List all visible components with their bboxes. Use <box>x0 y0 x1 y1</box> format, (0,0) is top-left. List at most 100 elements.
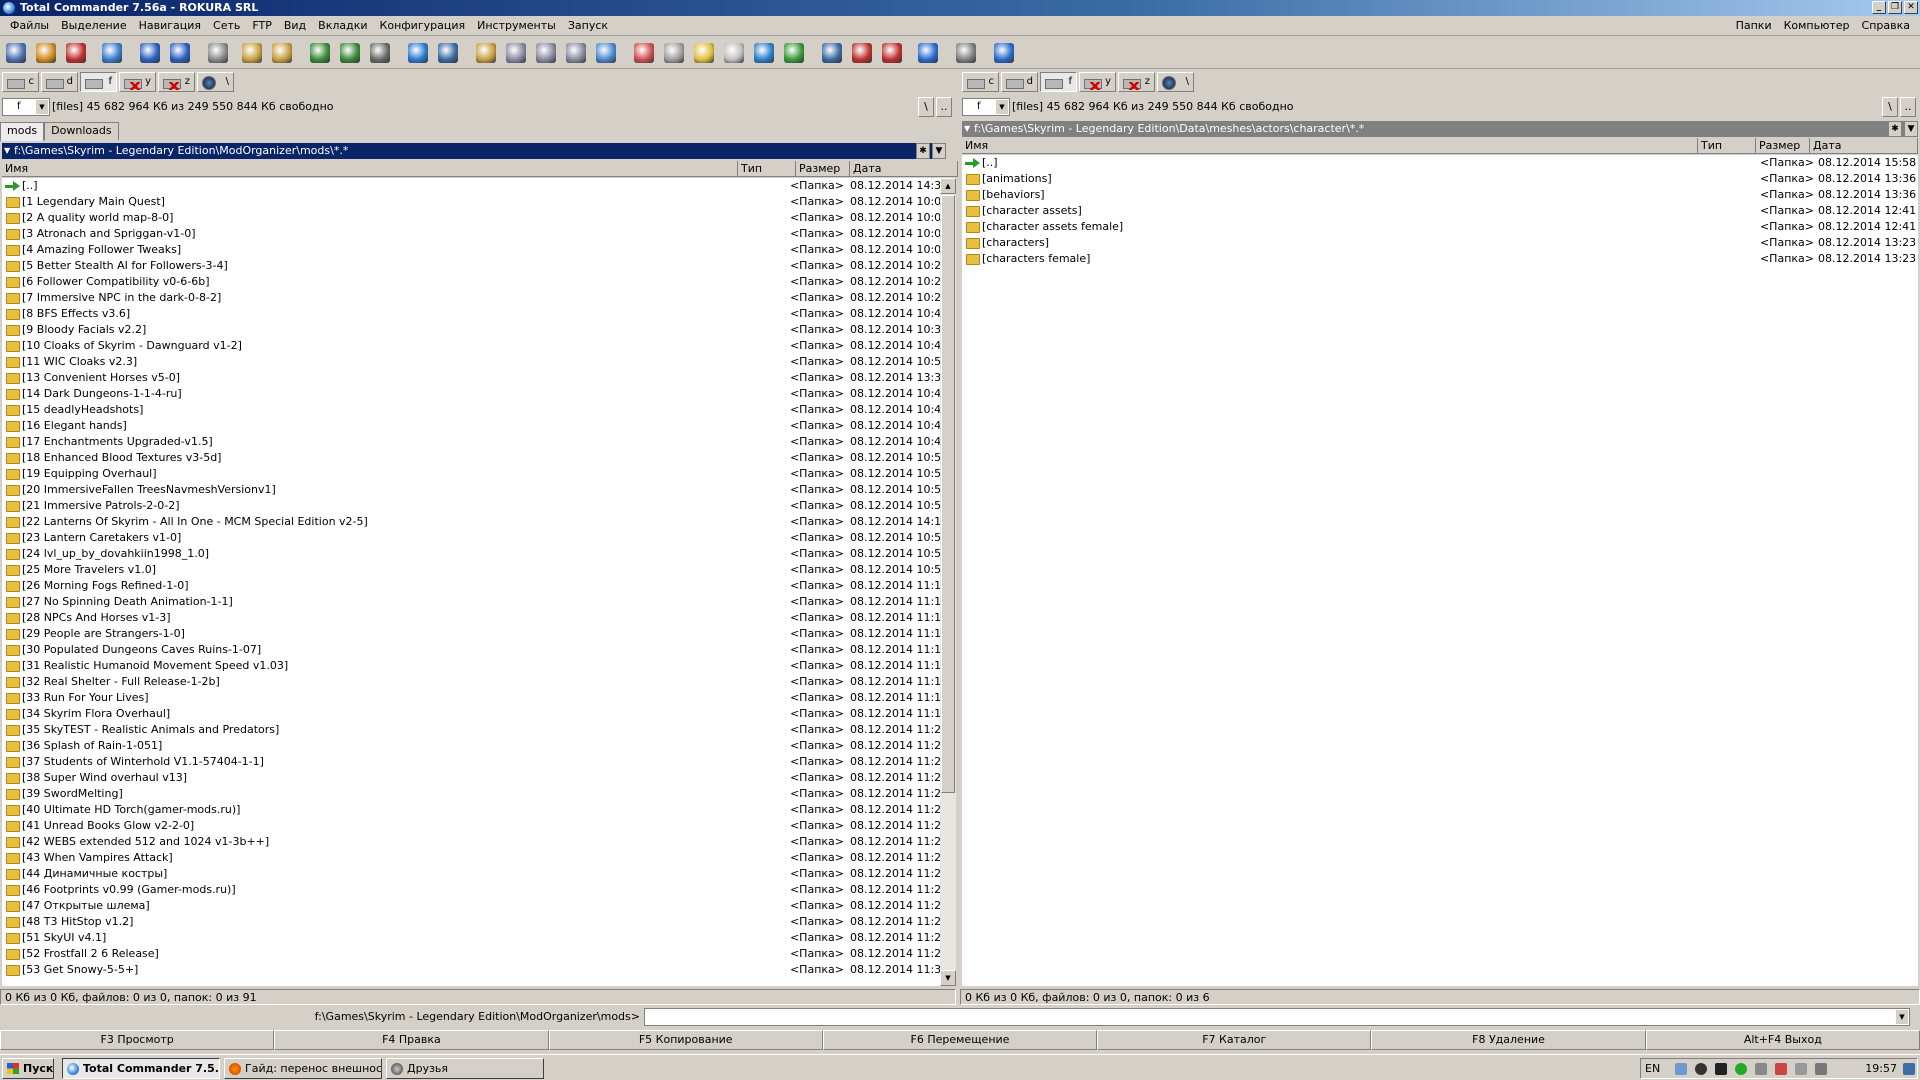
fkey-5[interactable]: F7 Каталог <box>1097 1030 1372 1050</box>
folder-row[interactable]: [5 Better Stealth AI for Followers-3-4] <… <box>2 258 940 274</box>
map-icon[interactable] <box>822 43 842 63</box>
drive-button-d[interactable]: d <box>41 72 78 92</box>
folder-row[interactable]: [15 deadlyHeadshots] <Папка> 08.12.2014 10… <box>2 402 940 418</box>
drive-button-network[interactable]: \ <box>1157 72 1194 92</box>
drive-button-c[interactable]: c <box>2 72 39 92</box>
folder-row[interactable]: [13 Convenient Horses v5-0] <Папка> 08.12.… <box>2 370 940 386</box>
filter-icon[interactable] <box>634 43 654 63</box>
hotlist-button-right[interactable]: ✱ <box>1888 121 1902 137</box>
folder-row[interactable]: [35 SkyTEST - Realistic Animals and Pred… <box>2 722 940 738</box>
folder-row[interactable]: [53 Get Snowy-5-5+] <Папка> 08.12.2014 11:… <box>2 962 940 978</box>
drive-button-f[interactable]: f <box>1040 72 1077 92</box>
folder-row[interactable]: [52 Frostfall 2 6 Release] <Папка> 08.12.2… <box>2 946 940 962</box>
refresh-icon[interactable] <box>102 43 122 63</box>
fkey-6[interactable]: F8 Удаление <box>1371 1030 1646 1050</box>
network-icon[interactable] <box>1775 1063 1787 1075</box>
move-icon[interactable] <box>596 43 616 63</box>
drive-button-z[interactable]: z <box>1118 72 1155 92</box>
edit-icon[interactable] <box>536 43 556 63</box>
folder-row[interactable]: [6 Follower Compatibility v0-6-6b] <Папка… <box>2 274 940 290</box>
network-icon[interactable] <box>66 43 86 63</box>
volume-icon[interactable] <box>1815 1063 1827 1075</box>
folder-row[interactable]: [40 Ultimate HD Torch(gamer-mods.ru)] <Па… <box>2 802 940 818</box>
root-button-left[interactable]: \ <box>918 97 934 117</box>
drive-button-c[interactable]: c <box>962 72 999 92</box>
col-type-left[interactable]: Тип <box>738 161 796 176</box>
menu-item[interactable]: Компьютер <box>1778 16 1856 36</box>
folder-row[interactable]: [30 Populated Dungeons Caves Ruins-1-07]… <box>2 642 940 658</box>
scroll-down-left[interactable]: ▼ <box>940 970 956 986</box>
sort-icon[interactable] <box>340 43 360 63</box>
folder-row[interactable]: [31 Realistic Humanoid Movement Speed v1… <box>2 658 940 674</box>
folder-row[interactable]: [29 People are Strangers-1-0] <Папка> 08.1… <box>2 626 940 642</box>
folder-row[interactable]: [1 Legendary Main Quest] <Папка> 08.12.201… <box>2 194 940 210</box>
parent-button-right[interactable]: .. <box>1900 97 1916 117</box>
drive-button-z[interactable]: z <box>158 72 195 92</box>
reload-icon[interactable] <box>994 43 1014 63</box>
folder-row[interactable]: [32 Real Shelter - Full Release-1-2b] <Па… <box>2 674 940 690</box>
col-size-left[interactable]: Размер <box>796 161 850 176</box>
drive-button-d[interactable]: d <box>1001 72 1038 92</box>
back-icon[interactable] <box>140 43 160 63</box>
browser-icon[interactable] <box>918 43 938 63</box>
folder-row[interactable]: [39 SwordMelting] <Папка> 08.12.2014 11:23 <box>2 786 940 802</box>
folder-row[interactable]: [2 A quality world map-8-0] <Папка> 08.12.… <box>2 210 940 226</box>
task-browser[interactable]: Гайд: перенос внешнос... <box>224 1058 382 1079</box>
drive-combo-left[interactable]: f <box>2 98 50 116</box>
fkey-4[interactable]: F6 Перемещение <box>822 1030 1098 1050</box>
file-list-right[interactable]: [..] <Папка> 08.12.2014 15:58 [animations] <… <box>962 155 1918 986</box>
tab-mods[interactable]: mods <box>0 122 45 141</box>
unpack-icon[interactable] <box>272 43 292 63</box>
folder-row[interactable]: [14 Dark Dungeons-1-1-4-ru] <Папка> 08.12.… <box>2 386 940 402</box>
drive-button-network[interactable]: \ <box>197 72 234 92</box>
fkey-1[interactable]: F3 Просмотр <box>0 1030 275 1050</box>
folder-row[interactable]: [41 Unread Books Glow v2-2-0] <Папка> 08.1… <box>2 818 940 834</box>
folder-row[interactable]: [38 Super Wind overhaul v13] <Папка> 08.12… <box>2 770 940 786</box>
menu-item[interactable]: Папки <box>1730 16 1778 36</box>
folder-row[interactable]: [characters] <Папка> 08.12.2014 13:23 <box>962 235 1918 251</box>
folder-row[interactable]: [10 Cloaks of Skyrim - Dawnguard v1-2] <П… <box>2 338 940 354</box>
folder-row[interactable]: [51 SkyUI v4.1] <Папка> 08.12.2014 11:29 <box>2 930 940 946</box>
folder-row[interactable]: [34 Skyrim Flora Overhaul] <Папка> 08.12.2… <box>2 706 940 722</box>
tray-window-icon[interactable] <box>1715 1063 1727 1075</box>
fkey-3[interactable]: F5 Копирование <box>548 1030 823 1050</box>
menu-item[interactable]: Запуск <box>562 16 614 36</box>
folder-row[interactable]: [33 Run For Your Lives] <Папка> 08.12.2014… <box>2 690 940 706</box>
steam-tray-icon[interactable] <box>1695 1063 1707 1075</box>
settings-icon[interactable] <box>36 43 56 63</box>
delete-icon[interactable] <box>852 43 872 63</box>
folder-row[interactable]: [animations] <Папка> 08.12.2014 13:36 <box>962 171 1918 187</box>
col-name-left[interactable]: Имя <box>2 161 738 176</box>
view-icon[interactable] <box>506 43 526 63</box>
folder-row[interactable]: [3 Atronach and Spriggan-v1-0] <Папка> 08.… <box>2 226 940 242</box>
folder-row[interactable]: [36 Splash of Rain-1-051] <Папка> 08.12.20… <box>2 738 940 754</box>
folder-row[interactable]: [behaviors] <Папка> 08.12.2014 13:36 <box>962 187 1918 203</box>
restore-button[interactable]: ❐ <box>1888 1 1902 14</box>
folder-row[interactable]: [8 BFS Effects v3.6] <Папка> 08.12.2014 10… <box>2 306 940 322</box>
command-input[interactable] <box>644 1008 1910 1026</box>
col-date-right[interactable]: Дата <box>1810 138 1918 153</box>
folder-row[interactable]: [21 Immersive Patrols-2-0-2] <Папка> 08.12… <box>2 498 940 514</box>
folder-icon[interactable] <box>476 43 496 63</box>
menu-item[interactable]: Вид <box>278 16 312 36</box>
drive-button-f[interactable]: f <box>80 72 117 92</box>
doc-icon[interactable] <box>724 43 744 63</box>
col-name-right[interactable]: Имя <box>962 138 1698 153</box>
drive-button-y[interactable]: y <box>1079 72 1116 92</box>
tray-app-icon[interactable] <box>1675 1063 1687 1075</box>
forward-icon[interactable] <box>170 43 190 63</box>
close-button[interactable]: ✕ <box>1904 1 1918 14</box>
menu-item[interactable]: Сеть <box>207 16 246 36</box>
parent-dir-row[interactable]: [..] <Папка> 08.12.2014 14:30 <box>2 178 940 194</box>
folder-row[interactable]: [47 Открытые шлема] <Папка> 08.12.2014 11:… <box>2 898 940 914</box>
globe-icon[interactable] <box>754 43 774 63</box>
folder-row[interactable]: [19 Equipping Overhaul] <Папка> 08.12.2014… <box>2 466 940 482</box>
ftp-icon[interactable] <box>408 43 428 63</box>
col-size-right[interactable]: Размер <box>1756 138 1810 153</box>
fkey-7[interactable]: Alt+F4 Выход <box>1645 1030 1920 1050</box>
root-button-right[interactable]: \ <box>1882 97 1898 117</box>
folder-row[interactable]: [22 Lanterns Of Skyrim - All In One - MC… <box>2 514 940 530</box>
folder-row[interactable]: [17 Enchantments Upgraded-v1.5] <Папка> 08… <box>2 434 940 450</box>
menu-item[interactable]: Конфигурация <box>374 16 472 36</box>
menu-item[interactable]: Навигация <box>133 16 207 36</box>
